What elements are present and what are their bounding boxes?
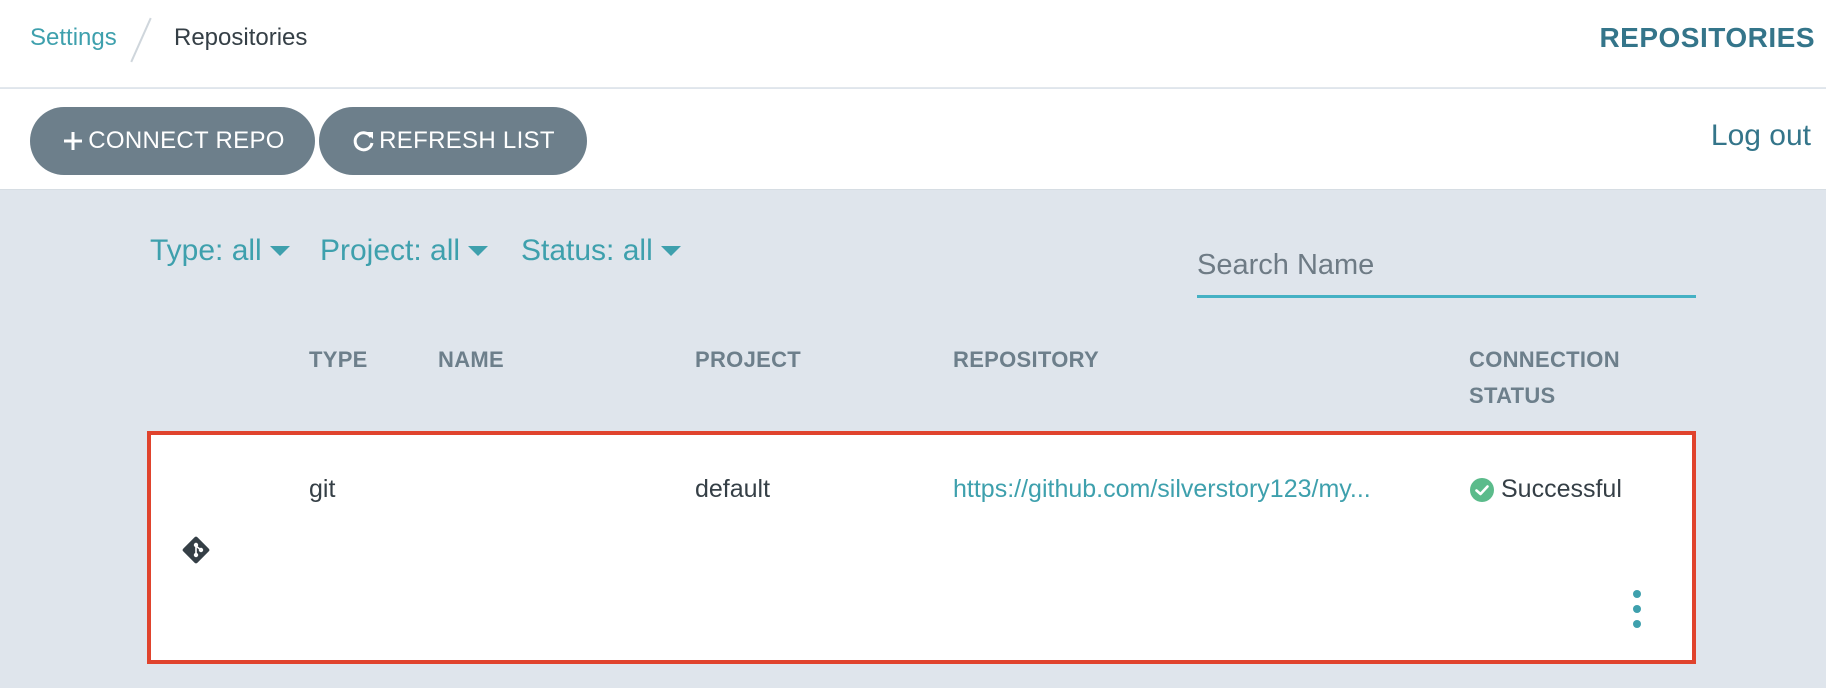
row-type: git [309, 475, 336, 503]
git-icon [181, 535, 211, 565]
row-repository-link[interactable]: https://github.com/silverstory123/my... [953, 475, 1403, 504]
row-project: default [695, 475, 771, 503]
caret-down-icon [468, 246, 489, 256]
refresh-list-button[interactable]: REFRESH LIST [319, 107, 587, 175]
row-status-label: Successful [1501, 475, 1622, 503]
caret-down-icon [269, 246, 290, 256]
status-filter-dropdown[interactable]: Status: all [521, 234, 681, 268]
toolbar: CONNECT REPO REFRESH LIST Log out [0, 89, 1826, 190]
type-filter-label: Type: all [150, 234, 262, 267]
plus-icon [60, 128, 86, 154]
breadcrumb-current: Repositories [174, 24, 308, 51]
project-filter-dropdown[interactable]: Project: all [320, 234, 489, 268]
page-title: REPOSITORIES [1599, 22, 1815, 53]
repository-row[interactable]: git default https://github.com/silversto… [147, 431, 1696, 664]
column-header-name: NAME [438, 347, 504, 372]
project-filter-label: Project: all [320, 234, 461, 267]
column-header-connection-status: CONNECTION STATUS [1469, 347, 1620, 408]
breadcrumb-settings-link[interactable]: Settings [30, 24, 117, 52]
caret-down-icon [660, 246, 681, 256]
status-filter-label: Status: all [521, 234, 653, 267]
refresh-list-label: REFRESH LIST [379, 127, 555, 154]
type-filter-dropdown[interactable]: Type: all [150, 234, 290, 268]
search-name-input[interactable] [1197, 236, 1696, 298]
column-header-repository: REPOSITORY [953, 347, 1100, 372]
logout-link[interactable]: Log out [1711, 119, 1811, 153]
connect-repo-label: CONNECT REPO [88, 127, 285, 154]
top-bar: Settings Repositories REPOSITORIES [0, 0, 1826, 88]
refresh-icon [351, 128, 377, 154]
connect-repo-button[interactable]: CONNECT REPO [30, 107, 315, 175]
column-header-type: TYPE [309, 347, 368, 372]
breadcrumb-separator [130, 17, 152, 63]
column-header-project: PROJECT [695, 347, 802, 372]
check-circle-icon [1470, 477, 1494, 502]
row-connection-status: Successful [1469, 475, 1622, 504]
more-options-icon[interactable] [1630, 588, 1644, 630]
